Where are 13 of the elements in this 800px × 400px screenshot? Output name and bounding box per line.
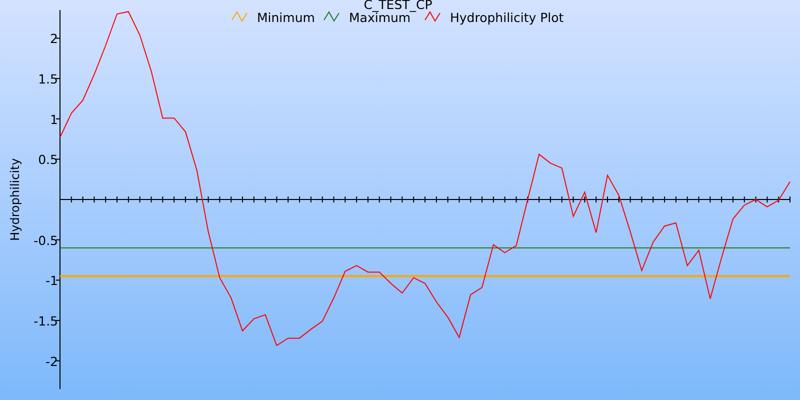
y-tick-label: -1 [46,273,58,288]
y-tick-label: -1.5 [34,313,58,328]
legend-label: Maximum [349,10,411,25]
y-axis-title: Hydrophilicity [8,158,22,241]
y-tick-label: -2 [46,354,58,369]
y-tick-label: 1.5 [38,72,58,87]
legend-label: Hydrophilicity Plot [450,10,564,25]
legend-label: Minimum [257,10,315,25]
chart-title: C_TEST_CP [364,0,432,12]
y-tick-label: -0.5 [34,232,58,248]
y-tick-label: 2 [50,31,58,46]
y-tick-label: 0.5 [38,152,58,168]
y-tick-label: 1 [50,112,58,127]
